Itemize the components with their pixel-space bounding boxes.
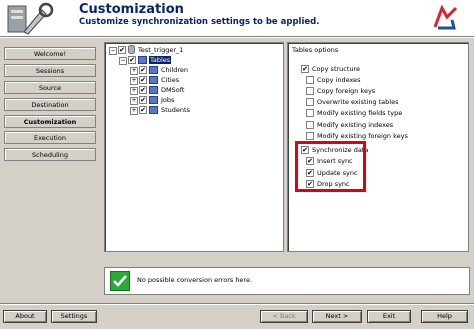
checkbox[interactable] (306, 109, 314, 117)
expand-dmsoft-toggle[interactable]: + (130, 87, 138, 95)
next-button[interactable]: Next > (312, 310, 362, 323)
nav-scheduling[interactable]: Scheduling (4, 148, 96, 161)
tree-item-dmsoft[interactable]: DMSoft (161, 86, 184, 94)
nav-destination[interactable]: Destination (4, 98, 96, 111)
message-panel: No possible conversion errors here. (104, 267, 470, 295)
table-icon (149, 96, 158, 104)
collapse-tables-toggle[interactable]: − (119, 57, 127, 65)
back-button[interactable]: < Back (260, 310, 308, 323)
database-icon (128, 45, 135, 54)
expand-students-toggle[interactable]: + (130, 107, 138, 115)
exit-button[interactable]: Exit (367, 310, 411, 323)
status-message: No possible conversion errors here. (137, 276, 253, 284)
page-subtitle: Customize synchronization settings to be… (79, 17, 320, 27)
footer-divider-highlight (0, 304, 474, 305)
check-success-icon (110, 271, 130, 291)
tree-item-students[interactable]: Students (161, 106, 190, 114)
tree-root-label[interactable]: Test_trigger_1 (138, 46, 183, 54)
nav-sessions[interactable]: Sessions (4, 64, 96, 77)
nav-execution[interactable]: Execution (4, 131, 96, 144)
nav-welcome[interactable]: Welcome! (4, 47, 96, 60)
nav-source[interactable]: Source (4, 81, 96, 94)
header-divider-highlight (0, 37, 474, 38)
checkbox[interactable] (306, 87, 314, 95)
cities-checkbox[interactable]: ✔ (139, 76, 147, 84)
page-title: Customization (79, 2, 184, 17)
about-button[interactable]: About (3, 310, 47, 323)
nav-customization[interactable]: Customization (4, 115, 96, 128)
children-checkbox[interactable]: ✔ (139, 66, 147, 74)
root-checkbox[interactable]: ✔ (118, 46, 126, 54)
table-icon (149, 66, 158, 74)
tables-checkbox[interactable]: ✔ (128, 56, 136, 64)
checkbox[interactable]: ✔ (301, 65, 309, 73)
highlight-annotation (295, 141, 366, 192)
expand-cities-toggle[interactable]: + (130, 77, 138, 85)
students-checkbox[interactable]: ✔ (139, 106, 147, 114)
checkbox[interactable] (306, 132, 314, 140)
tree-item-children[interactable]: Children (161, 66, 188, 74)
expand-jobs-toggle[interactable]: + (130, 97, 138, 105)
jobs-checkbox[interactable]: ✔ (139, 96, 147, 104)
table-icon (149, 106, 158, 114)
checkbox[interactable] (306, 98, 314, 106)
table-icon (149, 86, 158, 94)
collapse-root-toggle[interactable]: − (109, 47, 117, 55)
tree-tables-label[interactable]: Tables (149, 56, 172, 64)
options-group-title: Tables options (292, 46, 339, 54)
tree-item-jobs[interactable]: Jobs (161, 96, 174, 104)
brand-logo-icon (432, 5, 459, 31)
checkbox[interactable] (306, 76, 314, 84)
table-icon (149, 76, 158, 84)
header-banner: Customization Customize synchronization … (0, 0, 474, 36)
settings-button[interactable]: Settings (51, 310, 97, 323)
dmsoft-checkbox[interactable]: ✔ (139, 86, 147, 94)
checkbox[interactable] (306, 121, 314, 129)
tree-item-cities[interactable]: Cities (161, 76, 179, 84)
help-button[interactable]: Help (421, 310, 468, 323)
tables-folder-icon (138, 56, 147, 64)
expand-children-toggle[interactable]: + (130, 67, 138, 75)
tables-tree[interactable]: − ✔ Test_trigger_1 − ✔ Tables + ✔ Childr… (104, 42, 284, 252)
tools-logo-icon (7, 2, 54, 35)
